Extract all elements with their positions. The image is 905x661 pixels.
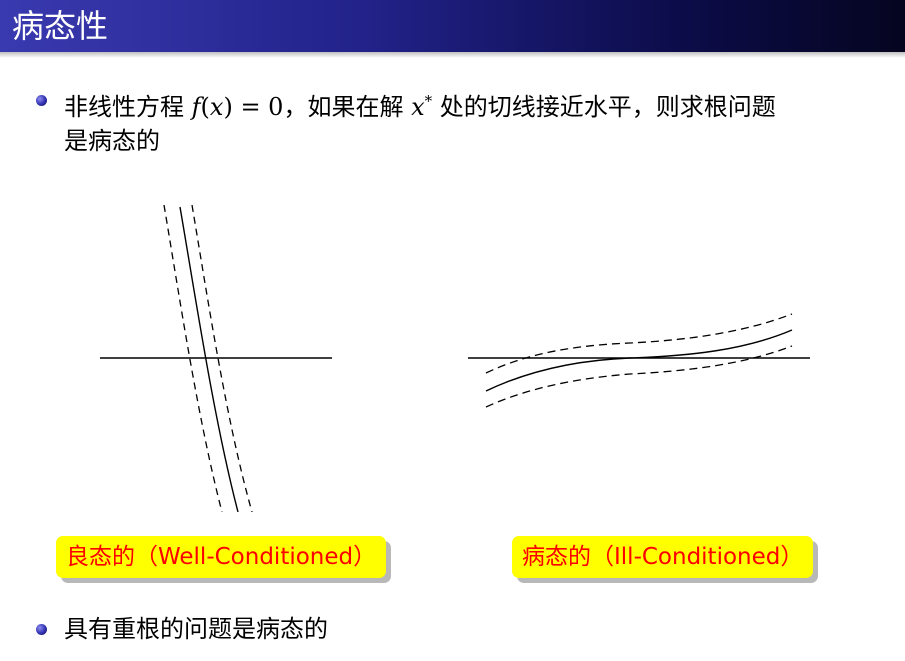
well-conditioned-curve [179, 206, 239, 513]
bullet-icon [36, 624, 47, 635]
ill-conditioned-lower-bound [485, 345, 793, 408]
well-conditioned-label: 良态的（Well-Conditioned） [56, 536, 387, 578]
ill-conditioned-upper-bound [485, 313, 793, 374]
ill-conditioned-label: 病态的（Ill-Conditioned） [512, 536, 814, 578]
bullet-2-text: 具有重根的问题是病态的 [64, 615, 328, 643]
ill-conditioned-curve [485, 329, 793, 392]
